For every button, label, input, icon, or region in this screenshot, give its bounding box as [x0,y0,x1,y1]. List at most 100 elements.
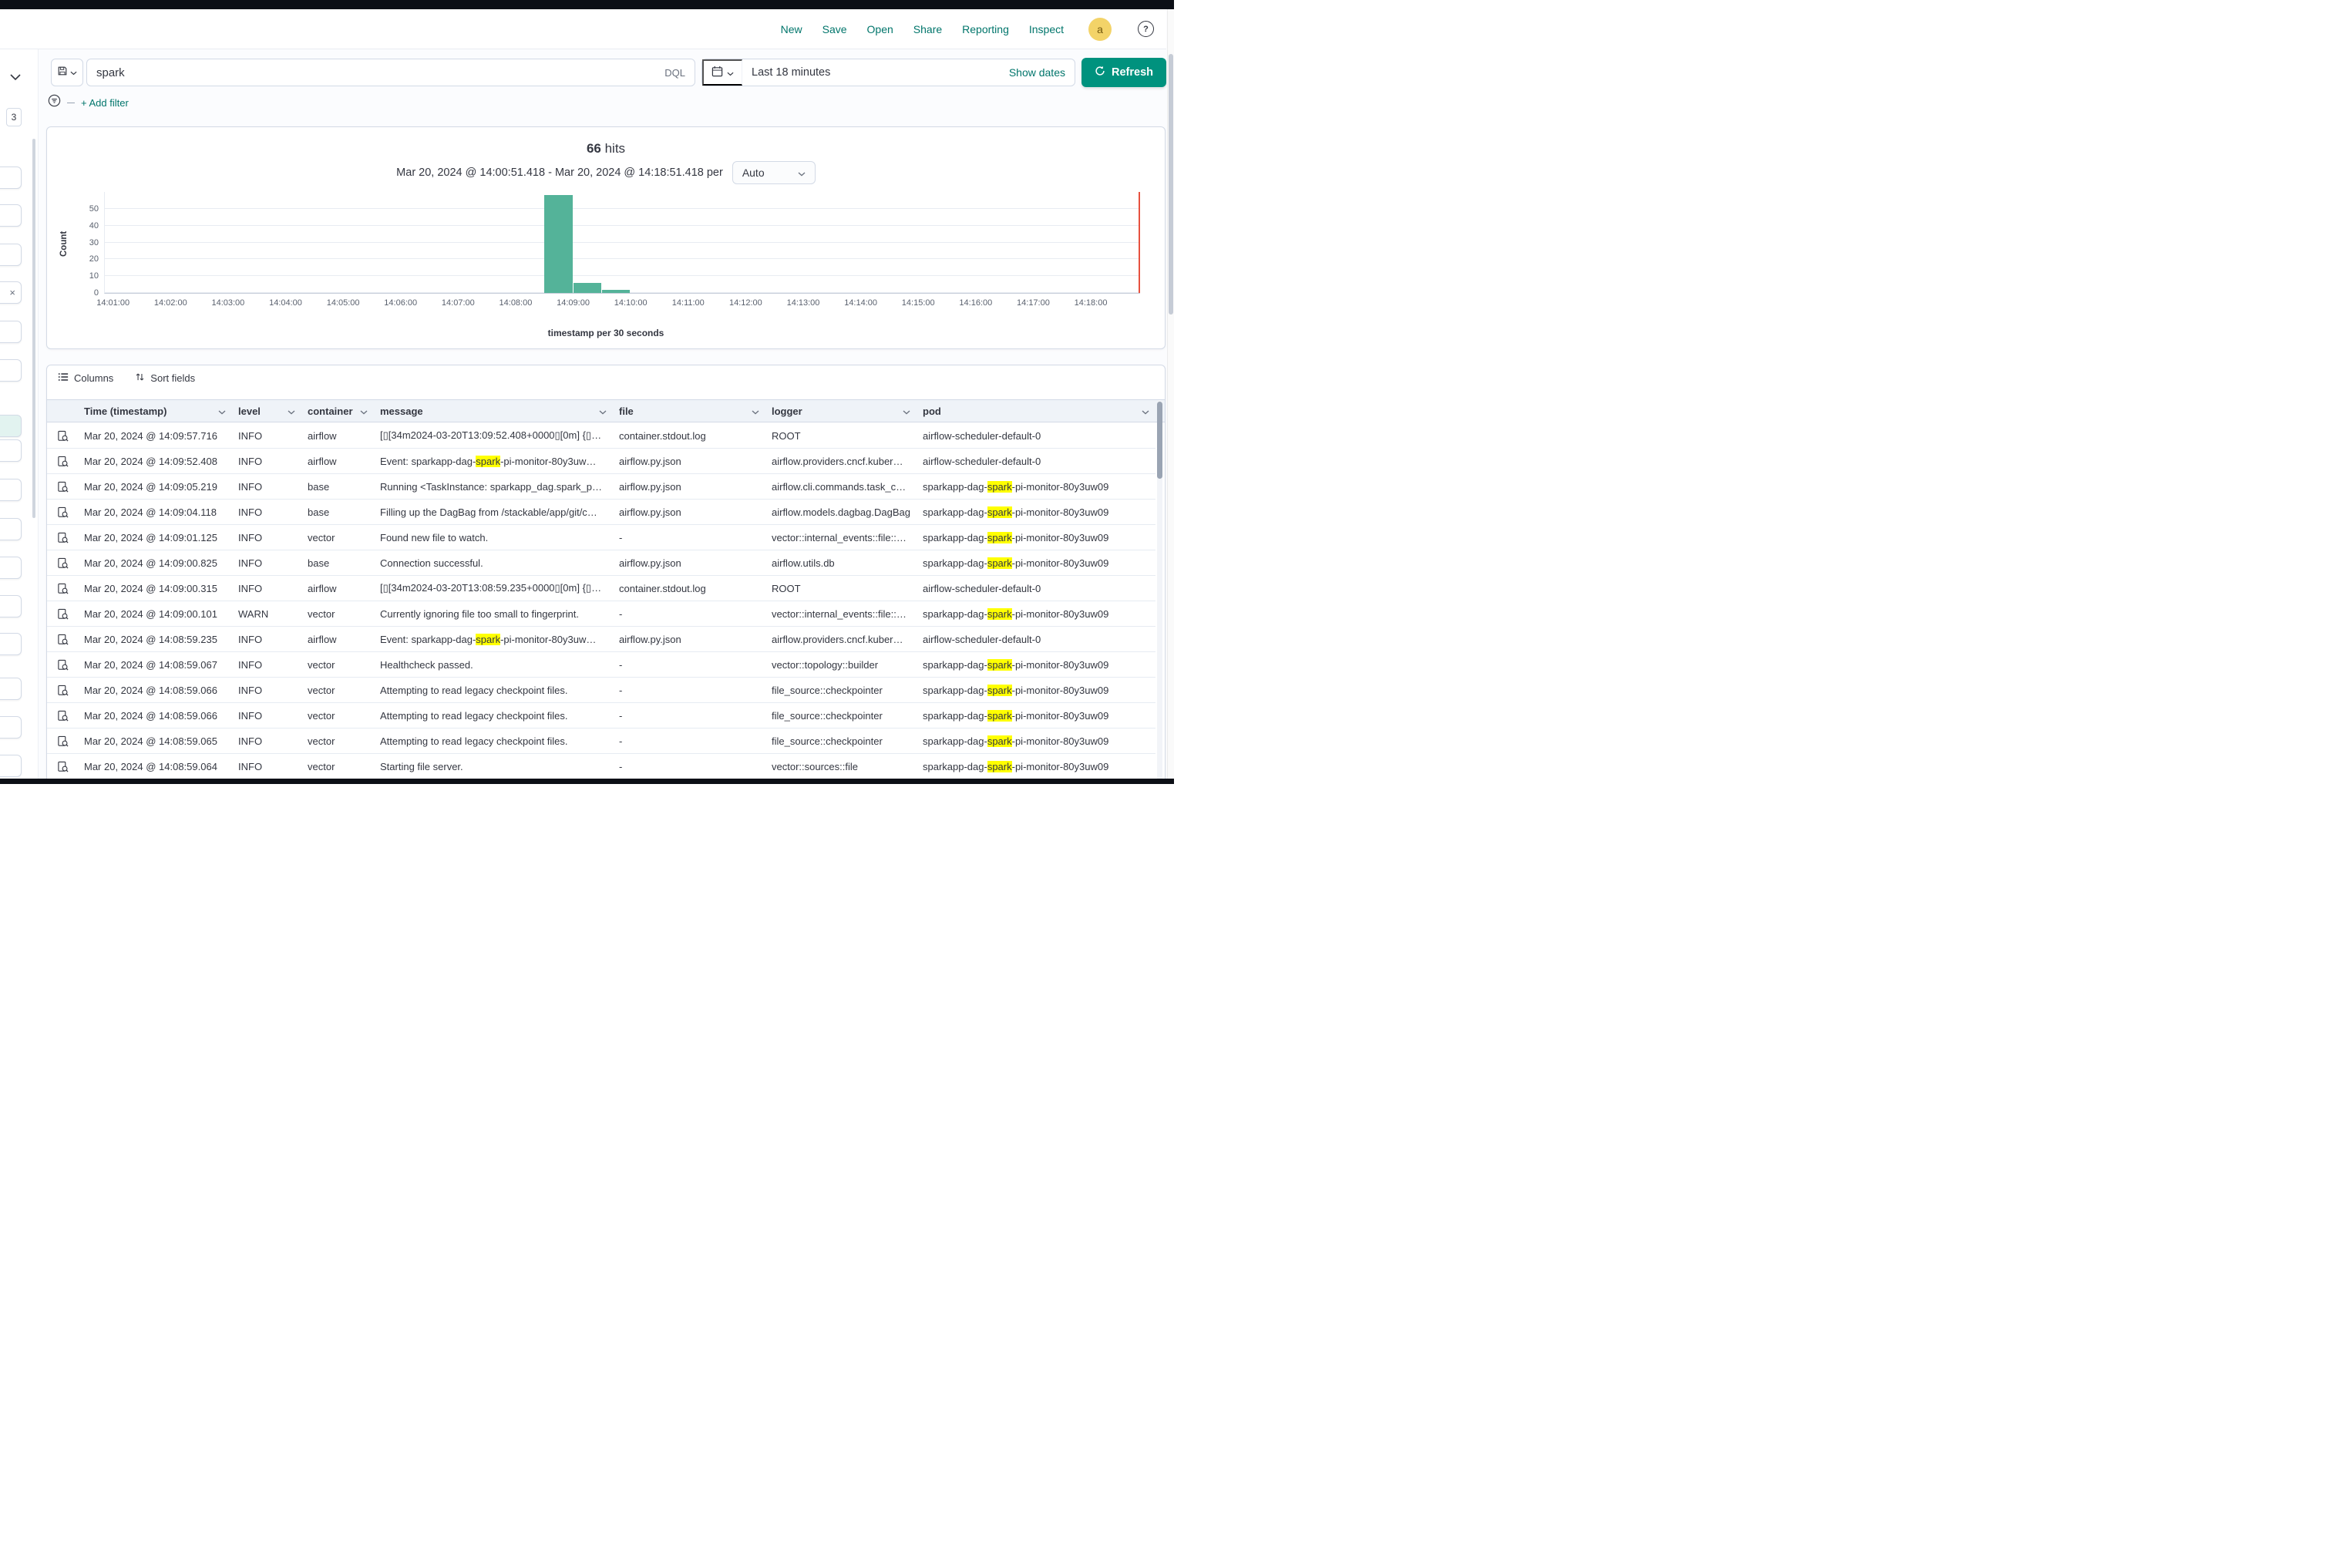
field-item[interactable] [0,359,22,382]
x-tick-label: 14:06:00 [384,298,417,308]
window-chrome-top [0,0,1174,9]
field-item[interactable] [0,321,22,343]
table-row[interactable]: Mar 20, 2024 @ 14:08:59.066 INFO vector … [47,703,1155,728]
field-item[interactable] [0,415,22,437]
table-row[interactable]: Mar 20, 2024 @ 14:08:59.065 INFO vector … [47,728,1155,754]
chevron-down-icon [70,66,77,79]
inspect-document-icon[interactable] [47,576,78,601]
x-tick-label: 14:03:00 [211,298,244,308]
field-item[interactable] [0,557,22,579]
column-header-container[interactable]: container [301,400,374,422]
cell-container: vector [301,678,374,702]
inspect-document-icon[interactable] [47,728,78,753]
refresh-button[interactable]: Refresh [1081,58,1166,87]
header-link-inspect[interactable]: Inspect [1029,23,1064,35]
table-row[interactable]: Mar 20, 2024 @ 14:09:04.118 INFO base Fi… [47,500,1155,525]
cell-time: Mar 20, 2024 @ 14:08:59.066 [78,678,232,702]
cell-file: container.stdout.log [613,576,765,601]
field-item[interactable] [0,678,22,700]
chevron-down-icon[interactable] [10,71,21,85]
x-tick-label: 14:17:00 [1017,298,1050,308]
add-filter-button[interactable]: + Add filter [81,97,129,109]
inspect-document-icon[interactable] [47,627,78,651]
table-row[interactable]: Mar 20, 2024 @ 14:09:00.825 INFO base Co… [47,550,1155,576]
inspect-document-icon[interactable] [47,423,78,448]
table-row[interactable]: Mar 20, 2024 @ 14:09:00.101 WARN vector … [47,601,1155,627]
columns-button[interactable]: Columns [58,372,113,385]
field-item[interactable] [0,244,22,266]
header-link-save[interactable]: Save [822,23,847,35]
table-row[interactable]: Mar 20, 2024 @ 14:09:05.219 INFO base Ru… [47,474,1155,500]
inspect-document-icon[interactable] [47,601,78,626]
saved-query-button[interactable] [51,59,83,86]
interval-select[interactable]: Auto [732,161,816,184]
table-scrollbar[interactable] [1157,400,1162,784]
cell-message: Starting file server. [374,754,613,779]
histogram-bar[interactable] [544,195,572,293]
field-item[interactable] [0,204,22,227]
query-language-button[interactable]: DQL [664,67,695,79]
table-row[interactable]: Mar 20, 2024 @ 14:08:59.235 INFO airflow… [47,627,1155,652]
histogram-bar[interactable] [602,290,630,293]
header-link-share[interactable]: Share [913,23,942,35]
inspect-document-icon[interactable] [47,652,78,677]
field-item[interactable] [0,439,22,462]
table-row[interactable]: Mar 20, 2024 @ 14:08:59.066 INFO vector … [47,678,1155,703]
field-item[interactable] [0,595,22,617]
inspect-document-icon[interactable] [47,703,78,728]
cell-pod: sparkapp-dag-spark-pi-monitor-80y3uw09 [917,474,1155,499]
chevron-down-icon [798,167,806,179]
chevron-down-icon [903,405,910,417]
inspect-document-icon[interactable] [47,754,78,779]
date-picker: Last 18 minutes Show dates [701,59,1075,86]
sidebar-scrollbar[interactable] [32,139,35,518]
field-item[interactable] [0,479,22,501]
table-toolbar: Columns Sort fields [58,372,195,385]
cell-logger: airflow.providers.cncf.kuber… [765,449,917,473]
inspect-document-icon[interactable] [47,474,78,499]
cell-pod: airflow-scheduler-default-0 [917,449,1155,473]
inspect-document-icon[interactable] [47,449,78,473]
inspect-document-icon[interactable] [47,678,78,702]
field-item[interactable] [0,518,22,540]
x-tick-label: 14:04:00 [269,298,302,308]
table-row[interactable]: Mar 20, 2024 @ 14:08:59.064 INFO vector … [47,754,1155,779]
field-item[interactable] [0,716,22,739]
field-item[interactable] [0,633,22,655]
avatar[interactable]: a [1088,18,1112,41]
header-link-open[interactable]: Open [867,23,893,35]
show-dates-button[interactable]: Show dates [1009,66,1065,79]
sort-fields-button[interactable]: Sort fields [135,372,195,385]
help-icon[interactable]: ? [1138,21,1154,37]
field-item[interactable] [0,755,22,777]
table-row[interactable]: Mar 20, 2024 @ 14:09:01.125 INFO vector … [47,525,1155,550]
column-header-file[interactable]: file [613,400,765,422]
inspect-document-icon[interactable] [47,525,78,550]
page-scrollbar[interactable] [1167,9,1174,779]
column-header-pod[interactable]: pod [917,400,1155,422]
inspect-document-icon[interactable] [47,550,78,575]
app-header: New Save Open Share Reporting Inspect a ? [0,9,1166,49]
table-row[interactable]: Mar 20, 2024 @ 14:09:52.408 INFO airflow… [47,449,1155,474]
column-header-message[interactable]: message [374,400,613,422]
inspect-document-icon[interactable] [47,500,78,524]
filter-set-icon[interactable] [48,94,61,111]
sort-arrows-icon [135,372,145,385]
time-range-label[interactable]: Last 18 minutes [742,66,1009,79]
header-link-reporting[interactable]: Reporting [962,23,1009,35]
column-header-logger[interactable]: logger [765,400,917,422]
field-item[interactable] [0,167,22,189]
cell-file: airflow.py.json [613,550,765,575]
calendar-button[interactable] [702,59,742,86]
table-row[interactable]: Mar 20, 2024 @ 14:09:00.315 INFO airflow… [47,576,1155,601]
column-header-time-timestamp[interactable]: Time (timestamp) [78,400,232,422]
table-row[interactable]: Mar 20, 2024 @ 14:09:57.716 INFO airflow… [47,423,1155,449]
table-row[interactable]: Mar 20, 2024 @ 14:08:59.067 INFO vector … [47,652,1155,678]
remove-icon[interactable]: × [9,288,15,298]
search-input[interactable] [87,66,664,79]
histogram-bar[interactable] [574,283,601,293]
header-link-new[interactable]: New [781,23,802,35]
field-item[interactable]: × [0,281,22,304]
column-header-level[interactable]: level [232,400,301,422]
columns-label: Columns [74,372,113,384]
